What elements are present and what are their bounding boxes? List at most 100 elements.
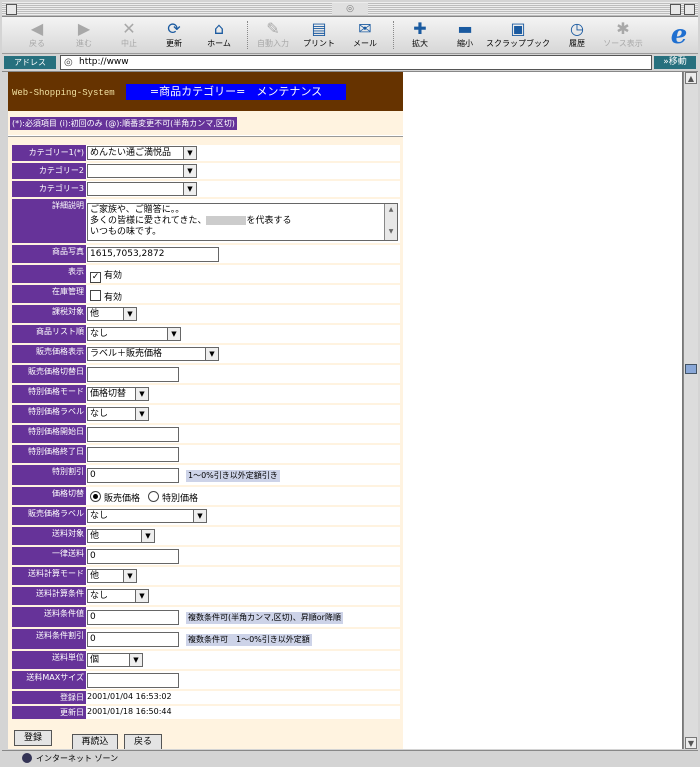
shipping-cond-value-note: 複数条件可(半角カンマ,区切)、昇順or降順 [186, 612, 343, 624]
price-switch-radio-sale[interactable]: 販売価格 [90, 491, 140, 505]
description-line3: いつもの味です。 [90, 227, 162, 237]
tax-label: 課税対象 [12, 305, 86, 323]
shipping-cond-value-label: 送料条件値 [12, 607, 86, 627]
window-title-icon: ◎ [332, 3, 368, 15]
page-icon: ◎ [64, 57, 73, 68]
vertical-scrollbar[interactable]: ▲ ▼ [683, 72, 698, 749]
shipping-unit-label: 送料単位 [12, 651, 86, 669]
category3-label: カテゴリー3 [12, 181, 86, 197]
list-order-select[interactable]: なし ▼ [87, 327, 181, 341]
category1-select[interactable]: めんたい通ご満悦品 ▼ [87, 146, 197, 160]
special-mode-value: 価格切替 [90, 389, 127, 399]
display-cell [86, 265, 400, 283]
price-switch-date-label: 販売価格切替日 [12, 365, 86, 383]
stock-checkbox[interactable]: 有効 [90, 290, 122, 304]
address-bar: アドレス ◎ http://www »移動 [2, 54, 698, 72]
shipping-unit-value: 個 [90, 655, 100, 665]
scroll-down-icon[interactable]: ▼ [685, 737, 697, 749]
shipping-cond-value-input[interactable]: 0 [87, 610, 179, 625]
special-discount-input[interactable]: 0 [87, 468, 179, 483]
scrapbook-label: スクラップブック [486, 39, 550, 48]
special-mode-select[interactable]: 価格切替 ▼ [87, 387, 149, 401]
zoom-box[interactable] [670, 4, 681, 15]
price-display-select[interactable]: ラベル＋販売価格 ▼ [87, 347, 219, 361]
ie-logo-icon: e [670, 20, 688, 50]
special-label-value: なし [90, 409, 109, 419]
category3-select[interactable]: ▼ [87, 182, 197, 196]
description-line2a: 多くの皆様に愛されてきた、 [90, 216, 207, 226]
special-end-input[interactable] [87, 447, 179, 462]
status-text: インターネット ゾーン [36, 754, 119, 763]
chevron-down-icon: ▼ [123, 308, 136, 320]
shipping-condition-label: 送料計算条件 [12, 587, 86, 605]
special-label-select[interactable]: なし ▼ [87, 407, 149, 421]
price-switch-date-input[interactable] [87, 367, 179, 382]
title-bar: ◎ [2, 2, 698, 17]
flat-rate-input[interactable]: 0 [87, 549, 179, 564]
category2-select[interactable]: ▼ [87, 164, 197, 178]
legend-bar: (*):必須項目 (i):初回のみ (@):順番変更不可(半角カンマ,区切) [8, 111, 403, 135]
updated-value: 2001/01/18 16:50:44 [87, 707, 172, 716]
back-button[interactable]: ◀ 戻る [10, 19, 64, 49]
price-display-value: ラベル＋販売価格 [90, 349, 163, 359]
status-bar: インターネット ゾーン [2, 750, 698, 766]
chevron-down-icon: ▼ [135, 590, 148, 602]
shipping-cond-discount-label: 送料条件割引 [12, 629, 86, 649]
special-mode-label: 特別価格モード [12, 385, 86, 403]
category2-label: カテゴリー2 [12, 163, 86, 179]
browser-window: ◎ ◀ 戻る ▶ 進む ✕ 中止 ⟳ 更新 ⌂ ホーム ✎ 自動入力 ▤ プリント ✉ メール … [0, 0, 700, 767]
scroll-thumb[interactable] [685, 364, 697, 374]
close-box[interactable] [6, 4, 17, 15]
category1-value: めんたい通ご満悦品 [90, 148, 172, 158]
chevron-down-icon: ▼ [141, 530, 154, 542]
photo-input[interactable]: 1615,7053,2872 [87, 247, 219, 262]
special-start-label: 特別価格開始日 [12, 425, 86, 443]
price-display-label: 販売価格表示 [12, 345, 86, 363]
shipping-condition-select[interactable]: なし ▼ [87, 589, 149, 603]
flat-rate-label: 一律送料 [12, 547, 86, 565]
address-value: http://www [79, 57, 129, 67]
shipping-cond-discount-input[interactable]: 0 [87, 632, 179, 647]
go-button[interactable]: »移動 [654, 56, 696, 69]
price-label-select[interactable]: なし ▼ [87, 509, 207, 523]
address-field[interactable]: ◎ http://www [60, 55, 652, 70]
go-label: 移動 [668, 57, 687, 67]
special-start-input[interactable] [87, 427, 179, 442]
shipping-condition-value: なし [90, 591, 109, 601]
site-name: Web-Shopping-System [12, 88, 115, 98]
legend-text: (*):必須項目 (i):初回のみ (@):順番変更不可(半角カンマ,区切) [10, 117, 237, 130]
display-label: 表示 [12, 265, 86, 283]
collapse-box[interactable] [684, 4, 695, 15]
display-checkbox[interactable]: ✓ 有効 [90, 270, 122, 283]
description-textarea[interactable]: ご家族や、ご贈答に。。 多くの皆様に愛されてきた、 を代表する いつもの味です。 … [87, 203, 398, 241]
shipping-max-label: 送料MAXサイズ [12, 671, 86, 689]
shipping-target-select[interactable]: 他 ▼ [87, 529, 155, 543]
mail-button[interactable]: ✉ メール [338, 19, 392, 49]
address-label: アドレス [4, 56, 56, 69]
reload-button[interactable]: 再読込 [72, 734, 118, 749]
register-button[interactable]: 登録 [14, 730, 52, 746]
price-switch-option2: 特別価格 [162, 494, 199, 504]
checkmark-icon: ✓ [90, 272, 101, 283]
scrapbook-button[interactable]: ▣ スクラップブック [482, 19, 554, 49]
shipping-mode-select[interactable]: 他 ▼ [87, 569, 137, 583]
chevron-down-icon: ▼ [183, 183, 196, 195]
textarea-scrollbar[interactable]: ▲ ▼ [384, 204, 397, 240]
chevron-down-icon: ▼ [135, 388, 148, 400]
view-source-button[interactable]: ✱ ソース表示 [596, 19, 650, 49]
home-button[interactable]: ⌂ ホーム [192, 19, 246, 49]
shipping-max-input[interactable] [87, 673, 179, 688]
special-discount-label: 特別割引 [12, 465, 86, 485]
form-panel: カテゴリー1(*) めんたい通ご満悦品 ▼ カテゴリー2 ▼ カテゴリー3 ▼ 詳… [8, 137, 403, 749]
scroll-up-icon[interactable]: ▲ [685, 72, 697, 84]
back-page-button[interactable]: 戻る [124, 734, 162, 749]
globe-icon [22, 753, 32, 763]
special-discount-note: 1〜0%引き以外定額引き [186, 470, 280, 482]
registered-label: 登録日 [12, 691, 86, 704]
price-label-value: なし [90, 511, 109, 521]
chevron-down-icon: ▼ [183, 165, 196, 177]
shipping-unit-select[interactable]: 個 ▼ [87, 653, 143, 667]
chevron-down-icon: ▼ [205, 348, 218, 360]
tax-select[interactable]: 他 ▼ [87, 307, 137, 321]
price-switch-radio-special[interactable]: 特別価格 [148, 491, 198, 505]
